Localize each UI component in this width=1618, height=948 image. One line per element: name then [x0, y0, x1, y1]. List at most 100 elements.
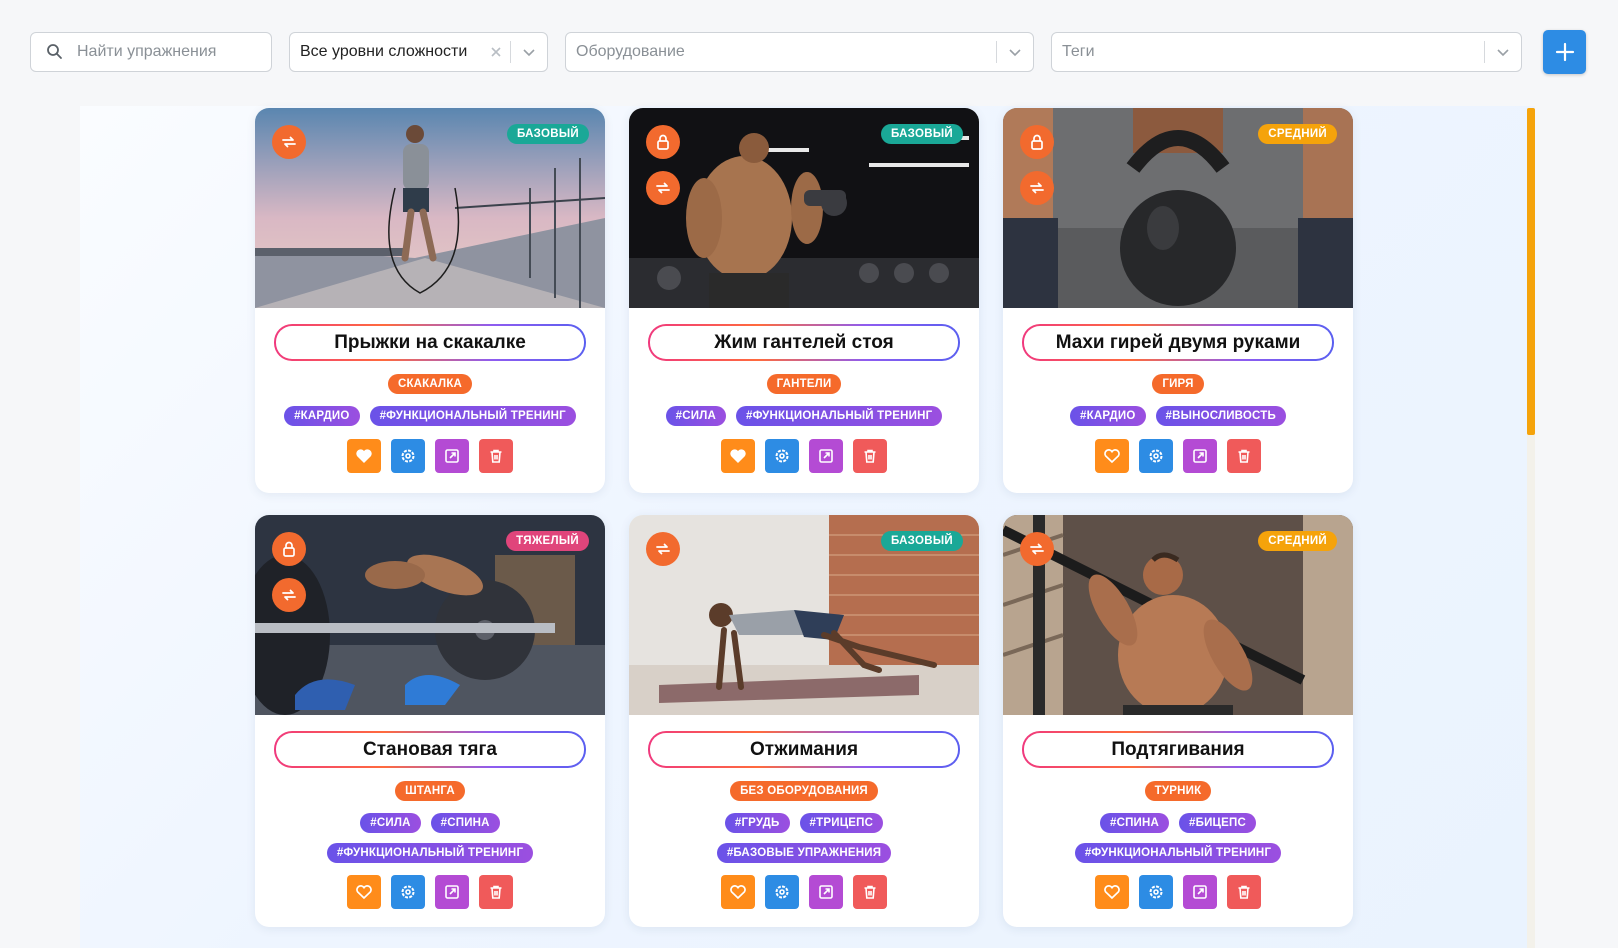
hashtag[interactable]: #ВЫНОСЛИВОСТЬ: [1155, 406, 1286, 426]
delete-button[interactable]: [853, 439, 887, 473]
trash-icon: [1238, 885, 1250, 899]
hashtag[interactable]: #СПИНА: [430, 813, 500, 833]
delete-button[interactable]: [479, 439, 513, 473]
lock-icon[interactable]: [646, 125, 680, 159]
open-button[interactable]: [1183, 439, 1217, 473]
exercise-card[interactable]: ТЯЖЕЛЫЙ Становая тяга ШТАНГА #СИЛА #СПИН…: [255, 515, 605, 927]
exercise-title: Становая тяга: [276, 733, 584, 766]
hashtag[interactable]: #СПИНА: [1099, 813, 1170, 833]
exercise-title: Жим гантелей стоя: [650, 326, 958, 359]
hashtag[interactable]: #ФУНКЦИОНАЛЬНЫЙ ТРЕНИНГ: [369, 406, 576, 426]
open-button[interactable]: [1183, 875, 1217, 909]
favorite-button[interactable]: [721, 875, 755, 909]
external-link-icon: [445, 885, 459, 899]
equipment-tag: ШТАНГА: [395, 781, 465, 801]
open-button[interactable]: [809, 439, 843, 473]
favorite-button[interactable]: [347, 875, 381, 909]
lock-icon[interactable]: [272, 532, 306, 566]
equipment-tag: ГИРЯ: [1152, 374, 1204, 394]
exercise-card[interactable]: БАЗОВЫЙ Прыжки на скакалке СКАКАЛКА #КАР…: [255, 108, 605, 493]
favorite-button[interactable]: [347, 439, 381, 473]
hashtag[interactable]: #ГРУДЬ: [724, 813, 790, 833]
hashtag[interactable]: #КАРДИО: [1070, 406, 1146, 426]
heart-icon: [356, 449, 372, 463]
clear-icon[interactable]: [482, 33, 510, 71]
hashtag[interactable]: #БИЦЕПС: [1179, 813, 1256, 833]
external-link-icon: [819, 449, 833, 463]
repeat-icon[interactable]: [272, 578, 306, 612]
settings-button[interactable]: [765, 875, 799, 909]
heart-icon: [356, 885, 372, 900]
exercise-title-frame: Махи гирей двумя руками: [1022, 324, 1334, 361]
search-placeholder: Найти упражнения: [77, 43, 217, 60]
hashtag[interactable]: #ФУНКЦИОНАЛЬНЫЙ ТРЕНИНГ: [1074, 843, 1282, 863]
exercise-card[interactable]: СРЕДНИЙ Махи гирей двумя руками ГИРЯ #КА…: [1003, 108, 1353, 493]
exercise-photo: СРЕДНИЙ: [1003, 108, 1353, 308]
external-link-icon: [1193, 449, 1207, 463]
delete-button[interactable]: [479, 875, 513, 909]
settings-button[interactable]: [1139, 875, 1173, 909]
gear-icon: [1149, 885, 1163, 899]
settings-button[interactable]: [391, 875, 425, 909]
favorite-button[interactable]: [1095, 875, 1129, 909]
external-link-icon: [819, 885, 833, 899]
delete-button[interactable]: [853, 875, 887, 909]
repeat-icon[interactable]: [1020, 171, 1054, 205]
exercise-photo: БАЗОВЫЙ: [255, 108, 605, 308]
gear-icon: [775, 449, 789, 463]
repeat-icon[interactable]: [272, 125, 306, 159]
trash-icon: [490, 449, 502, 463]
chevron-down-icon[interactable]: [511, 33, 547, 71]
open-button[interactable]: [809, 875, 843, 909]
favorite-button[interactable]: [721, 439, 755, 473]
heart-icon: [1104, 449, 1120, 464]
difficulty-badge: ТЯЖЕЛЫЙ: [506, 531, 589, 551]
exercise-title-frame: Жим гантелей стоя: [648, 324, 960, 361]
exercise-title: Отжимания: [650, 733, 958, 766]
open-button[interactable]: [435, 439, 469, 473]
exercise-title-frame: Становая тяга: [274, 731, 586, 768]
plus-icon: [1555, 42, 1574, 62]
exercise-card[interactable]: БАЗОВЫЙ Отжимания БЕЗ ОБОРУДОВАНИЯ #ГРУД…: [629, 515, 979, 927]
repeat-icon[interactable]: [646, 532, 680, 566]
heart-icon: [730, 885, 746, 900]
hashtag[interactable]: #СИЛА: [360, 813, 421, 833]
settings-button[interactable]: [391, 439, 425, 473]
exercise-card[interactable]: СРЕДНИЙ Подтягивания ТУРНИК #СПИНА #БИЦЕ…: [1003, 515, 1353, 927]
exercise-card[interactable]: БАЗОВЫЙ Жим гантелей стоя ГАНТЕЛИ #СИЛА …: [629, 108, 979, 493]
settings-button[interactable]: [1139, 439, 1173, 473]
difficulty-badge: СРЕДНИЙ: [1258, 531, 1337, 551]
heart-icon: [730, 449, 746, 463]
hashtag[interactable]: #БАЗОВЫЕ УПРАЖНЕНИЯ: [716, 843, 892, 863]
tags-select[interactable]: Теги: [1051, 32, 1522, 72]
add-exercise-button[interactable]: [1543, 30, 1586, 74]
hashtag[interactable]: #ТРИЦЕПС: [799, 813, 884, 833]
equipment-tag: БЕЗ ОБОРУДОВАНИЯ: [730, 781, 878, 801]
repeat-icon[interactable]: [1020, 532, 1054, 566]
hashtag[interactable]: #СИЛА: [665, 406, 726, 426]
exercise-title: Махи гирей двумя руками: [1024, 326, 1332, 359]
trash-icon: [864, 885, 876, 899]
equipment-select[interactable]: Оборудование: [565, 32, 1034, 72]
hashtag[interactable]: #ФУНКЦИОНАЛЬНЫЙ ТРЕНИНГ: [326, 843, 534, 863]
external-link-icon: [1193, 885, 1207, 899]
difficulty-select[interactable]: Все уровни сложности: [289, 32, 548, 72]
search-input[interactable]: Найти упражнения: [30, 32, 272, 72]
difficulty-badge: СРЕДНИЙ: [1258, 124, 1337, 144]
favorite-button[interactable]: [1095, 439, 1129, 473]
settings-button[interactable]: [765, 439, 799, 473]
chevron-down-icon[interactable]: [997, 33, 1033, 71]
hashtag[interactable]: #ФУНКЦИОНАЛЬНЫЙ ТРЕНИНГ: [736, 406, 943, 426]
trash-icon: [490, 885, 502, 899]
open-button[interactable]: [435, 875, 469, 909]
delete-button[interactable]: [1227, 439, 1261, 473]
repeat-icon[interactable]: [646, 171, 680, 205]
gear-icon: [775, 885, 789, 899]
chevron-down-icon[interactable]: [1485, 33, 1521, 71]
delete-button[interactable]: [1227, 875, 1261, 909]
filter-toolbar: Найти упражнения Все уровни сложности Об…: [0, 0, 1618, 100]
exercise-photo: ТЯЖЕЛЫЙ: [255, 515, 605, 715]
hashtag[interactable]: #КАРДИО: [284, 406, 360, 426]
scrollbar-thumb[interactable]: [1527, 108, 1535, 435]
lock-icon[interactable]: [1020, 125, 1054, 159]
